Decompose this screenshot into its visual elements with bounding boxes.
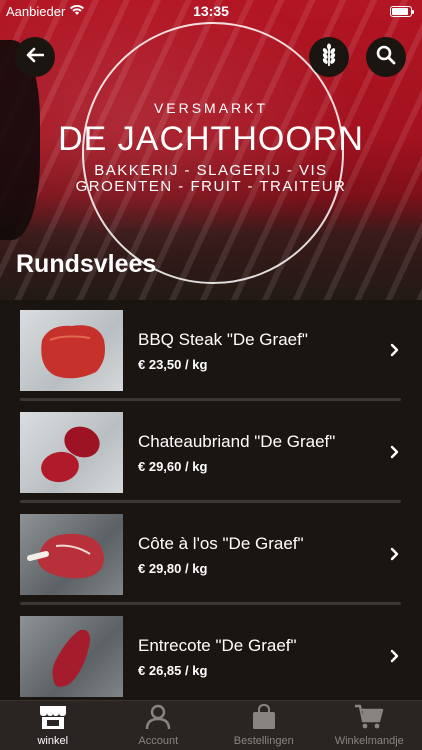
tab-bestellingen[interactable]: Bestellingen <box>211 701 317 750</box>
tab-label: Bestellingen <box>233 735 294 747</box>
logo-title: DE JACHTHOORN <box>58 120 364 158</box>
product-image <box>20 310 123 391</box>
search-icon <box>376 45 396 70</box>
product-name: Côte à l'os "De Graef" <box>138 534 304 553</box>
cart-icon <box>354 704 384 735</box>
product-price: € 29,60 / kg <box>138 459 208 474</box>
product-name: Entrecote "De Graef" <box>138 636 297 655</box>
product-image <box>20 514 123 595</box>
status-time: 13:35 <box>193 3 229 19</box>
arrow-left-icon <box>26 47 45 68</box>
product-item-chateaubriand[interactable]: Chateaubriand "De Graef" € 29,60 / kg <box>0 402 422 504</box>
chevron-right-icon <box>390 445 400 464</box>
page-title: Rundsvlees <box>16 250 157 278</box>
logo-tagline-1: BAKKERIJ - SLAGERIJ - VIS <box>94 162 328 179</box>
product-price: € 23,50 / kg <box>138 357 208 372</box>
tab-winkelmandje[interactable]: Winkelmandje <box>317 701 422 750</box>
product-item-entrecote[interactable]: Entrecote "De Graef" € 26,85 / kg <box>0 606 422 708</box>
separator <box>20 602 401 605</box>
user-icon <box>145 704 171 735</box>
allergen-filter-button[interactable] <box>309 37 349 77</box>
separator <box>20 398 401 401</box>
product-item-cote-a-los[interactable]: Côte à l'os "De Graef" € 29,80 / kg <box>0 504 422 606</box>
tab-bar: winkel Account Bestellingen Winkelmandje <box>0 700 422 750</box>
battery-icon <box>390 5 414 17</box>
chevron-right-icon <box>390 547 400 566</box>
store-icon <box>38 704 68 735</box>
tab-account[interactable]: Account <box>106 701 212 750</box>
tab-label: winkel <box>37 735 69 747</box>
status-bar: Aanbieder 13:35 <box>0 0 422 22</box>
product-image <box>20 412 123 493</box>
tab-label: Account <box>138 735 179 747</box>
product-item-bbq-steak[interactable]: BBQ Steak "De Graef" € 23,50 / kg <box>0 300 422 402</box>
separator <box>20 500 401 503</box>
product-price: € 26,85 / kg <box>138 663 208 678</box>
wheat-icon <box>319 43 339 72</box>
back-button[interactable] <box>15 37 55 77</box>
chevron-right-icon <box>390 649 400 668</box>
product-price: € 29,80 / kg <box>138 561 208 576</box>
logo-subtitle: VERSMARKT <box>153 100 269 116</box>
tab-winkel[interactable]: winkel <box>0 701 106 750</box>
chevron-right-icon <box>390 343 400 362</box>
search-button[interactable] <box>366 37 406 77</box>
product-image <box>20 616 123 697</box>
bag-icon <box>252 703 276 735</box>
tab-label: Winkelmandje <box>334 735 404 747</box>
battery-level <box>392 7 409 15</box>
product-name: BBQ Steak "De Graef" <box>138 330 308 349</box>
logo-tagline-2: GROENTEN - FRUIT - TRAITEUR <box>75 178 347 195</box>
product-name: Chateaubriand "De Graef" <box>138 432 336 451</box>
